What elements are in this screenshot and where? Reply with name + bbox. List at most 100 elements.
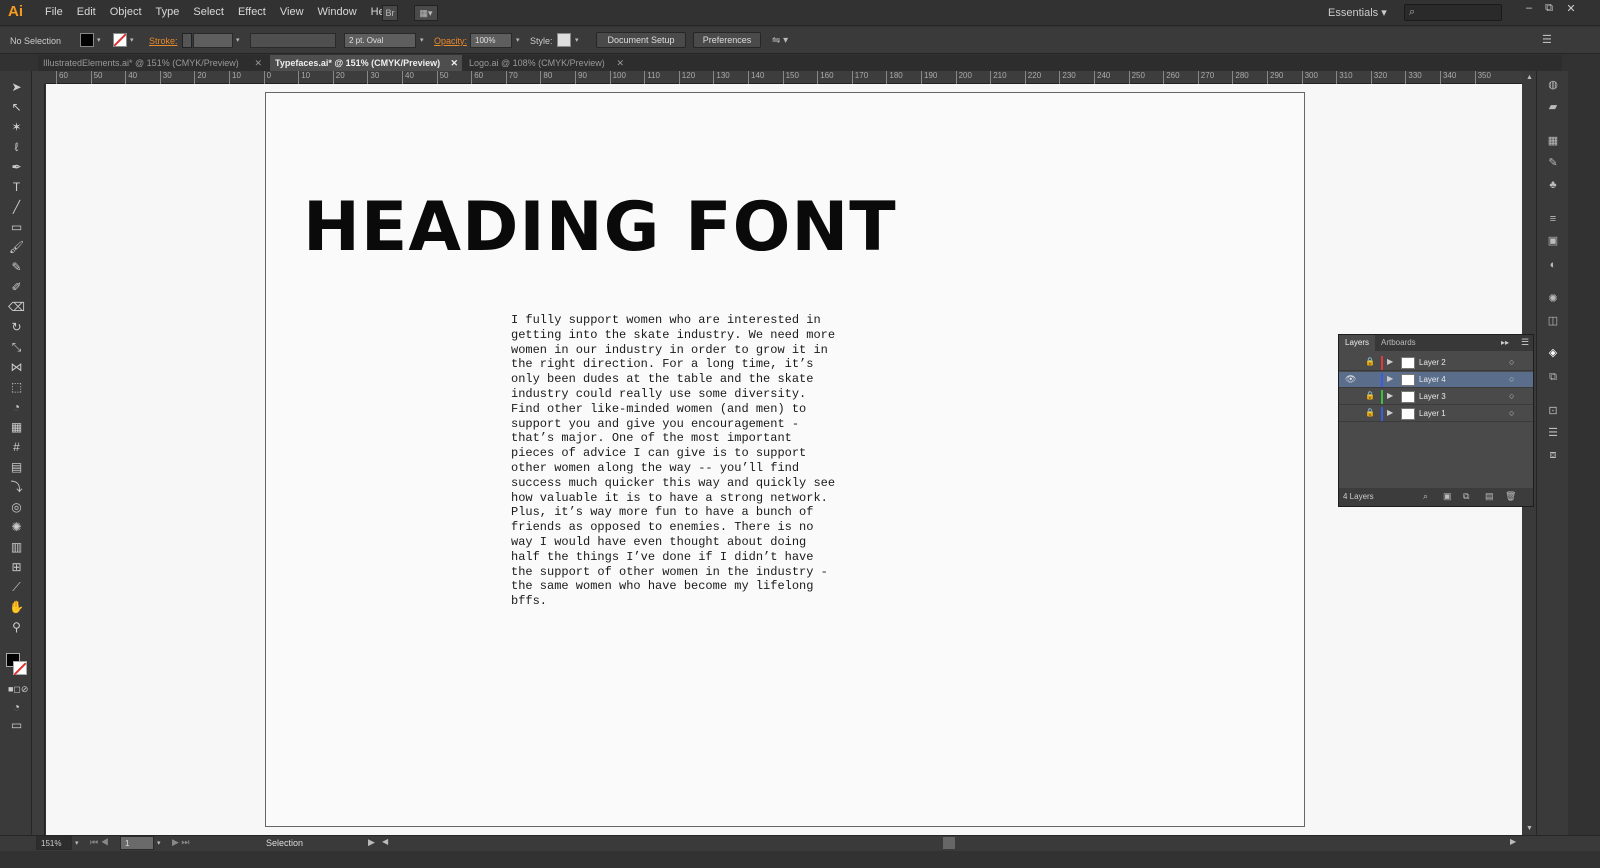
column-graph-tool-icon[interactable]: ▥ [8, 539, 25, 555]
scroll-down-icon[interactable]: ▼ [1526, 825, 1533, 832]
tab-layers[interactable]: Layers [1339, 335, 1376, 351]
expand-triangle-icon[interactable]: ▶ [1387, 408, 1393, 417]
chevron-down-icon[interactable]: ▾ [157, 839, 161, 847]
locate-object-icon[interactable]: ⌕ [1423, 491, 1428, 502]
swatches-icon[interactable]: ▦ [1546, 135, 1560, 147]
menu-file[interactable]: File [38, 6, 70, 18]
chevron-down-icon[interactable]: ▾ [420, 36, 424, 44]
magic-wand-tool-icon[interactable]: ✶ [8, 119, 25, 135]
zoom-field[interactable]: 151% [36, 836, 72, 850]
layer-name[interactable]: Layer 2 [1419, 358, 1446, 367]
menu-window[interactable]: Window [311, 6, 364, 18]
artboard-tool-icon[interactable]: ⊞ [8, 559, 25, 575]
artboard-nav-next-icon[interactable]: ▶ ⏭ [172, 837, 190, 848]
opacity-label[interactable]: Opacity: [434, 36, 467, 46]
chevron-down-icon[interactable]: ▾ [516, 36, 520, 44]
close-icon[interactable]: ✕ [254, 55, 262, 71]
body-text[interactable]: I fully support women who are interested… [511, 313, 871, 609]
search-input[interactable]: ⌕ [1404, 4, 1502, 21]
menu-effect[interactable]: Effect [231, 6, 273, 18]
close-window-button[interactable]: ✕ [1562, 2, 1580, 16]
direct-selection-tool-icon[interactable]: ↖ [8, 99, 25, 115]
gradient-panel-icon[interactable]: ▣ [1546, 235, 1560, 247]
arrange-documents-button[interactable]: ▦▾ [414, 5, 438, 21]
stroke-swatch[interactable] [113, 33, 127, 47]
menu-object[interactable]: Object [103, 6, 149, 18]
horizontal-scrollbar[interactable]: ◀ ▶ [380, 836, 1520, 850]
stroke-stepper[interactable] [182, 33, 192, 48]
layer-row[interactable]: 🔒 ▶ Layer 1 ○ [1339, 406, 1533, 422]
gradient-tool-icon[interactable]: ▤ [8, 459, 25, 475]
brushes-icon[interactable]: ✎ [1546, 157, 1560, 169]
transform-icon[interactable]: ⊡ [1546, 405, 1560, 417]
pathfinder-icon[interactable]: ⧈ [1546, 449, 1560, 461]
menu-view[interactable]: View [273, 6, 311, 18]
trash-icon[interactable]: 🗑 [1505, 491, 1516, 502]
type-tool-icon[interactable]: T [8, 179, 25, 195]
target-icon[interactable]: ○ [1509, 408, 1514, 418]
pen-tool-icon[interactable]: ✒ [8, 159, 25, 175]
hand-tool-icon[interactable]: ✋ [8, 599, 25, 615]
ruler-origin[interactable] [32, 71, 46, 84]
clipping-mask-icon[interactable]: ▣ [1443, 491, 1452, 502]
stroke-label[interactable]: Stroke: [149, 36, 178, 46]
workspace-switcher[interactable]: Essentials ▾ [1328, 6, 1387, 19]
eye-icon[interactable]: 👁 [1345, 374, 1357, 385]
perspective-grid-tool-icon[interactable]: ▦ [8, 419, 25, 435]
zoom-tool-icon[interactable]: ⚲ [8, 619, 25, 635]
eraser-tool-icon[interactable]: ⌫ [8, 299, 25, 315]
paintbrush-tool-icon[interactable]: 🖌 [8, 239, 25, 255]
scroll-right-icon[interactable]: ▶ [1510, 837, 1516, 846]
stroke-weight-field[interactable] [193, 33, 233, 48]
libraries-icon[interactable]: ▰ [1546, 101, 1560, 113]
target-icon[interactable]: ○ [1509, 374, 1514, 384]
color-guide-icon[interactable]: ◍ [1546, 79, 1560, 91]
restore-button[interactable]: ⧉ [1540, 2, 1558, 16]
symbols-icon[interactable]: ♣ [1546, 179, 1560, 191]
layer-row[interactable]: 🔒 ▶ Layer 2 ○ [1339, 355, 1533, 371]
collapse-panel-icon[interactable]: ▸▸ [1501, 338, 1509, 347]
new-layer-icon[interactable]: ▤ [1485, 491, 1494, 502]
appearance-icon[interactable]: ✺ [1546, 293, 1560, 305]
arrange-icon[interactable]: ⇋ ▾ [772, 35, 788, 46]
close-icon[interactable]: ✕ [616, 55, 624, 71]
transparency-icon[interactable]: ◐ [1546, 259, 1560, 271]
mesh-tool-icon[interactable]: # [8, 439, 25, 455]
layer-name[interactable]: Layer 1 [1419, 409, 1446, 418]
selection-tool-icon[interactable]: ➤ [8, 79, 25, 95]
menu-edit[interactable]: Edit [70, 6, 103, 18]
symbol-sprayer-tool-icon[interactable]: ✺ [8, 519, 25, 535]
tab-illustrated-elements[interactable]: IllustratedElements.ai* @ 151% (CMYK/Pre… [38, 55, 266, 71]
scroll-left-icon[interactable]: ◀ [382, 837, 388, 846]
chevron-down-icon[interactable]: ▾ [130, 36, 134, 44]
drawing-mode-icon[interactable]: ◔ [8, 699, 25, 715]
scroll-thumb[interactable] [943, 837, 955, 849]
layer-name[interactable]: Layer 3 [1419, 392, 1446, 401]
menu-type[interactable]: Type [149, 6, 187, 18]
stroke-panel-icon[interactable]: ≡ [1546, 213, 1560, 225]
tab-artboards[interactable]: Artboards [1375, 335, 1422, 351]
artboard-nav-prev-icon[interactable]: ⏮ ◀ [90, 837, 109, 848]
close-icon[interactable]: ✕ [450, 55, 458, 71]
graphic-styles-icon[interactable]: ◫ [1546, 315, 1560, 327]
shape-builder-tool-icon[interactable]: ◔ [8, 399, 25, 415]
opacity-field[interactable]: 100% [470, 33, 512, 48]
vertical-ruler[interactable] [32, 84, 45, 844]
layer-name[interactable]: Layer 4 [1419, 375, 1446, 384]
tab-logo[interactable]: Logo.ai @ 108% (CMYK/Preview) ✕ [464, 55, 628, 71]
horizontal-ruler[interactable]: 60 50 40 30 20 10 0 10 20 30 40 50 60 70 80 90 100 110 120… [46, 71, 1561, 84]
color-mode-icon[interactable]: ■◻⊘ [8, 681, 28, 697]
rotate-tool-icon[interactable]: ↻ [8, 319, 25, 335]
tab-typefaces[interactable]: Typefaces.ai* @ 151% (CMYK/Preview) ✕ [270, 55, 462, 71]
chevron-down-icon[interactable]: ▾ [97, 36, 101, 44]
panel-menu-icon[interactable]: ☰ [1542, 33, 1552, 46]
heading-text[interactable]: HEADING FONT [303, 188, 897, 267]
slice-tool-icon[interactable]: ⟋ [8, 579, 25, 595]
eyedropper-tool-icon[interactable]: ⤵ [8, 479, 25, 495]
lock-icon[interactable]: 🔒 [1365, 357, 1375, 366]
target-icon[interactable]: ○ [1509, 357, 1514, 367]
bridge-button[interactable]: Br [382, 5, 398, 21]
scroll-up-icon[interactable]: ▲ [1526, 74, 1533, 81]
document-setup-button[interactable]: Document Setup [596, 32, 686, 48]
stroke-color-icon[interactable] [13, 661, 27, 676]
